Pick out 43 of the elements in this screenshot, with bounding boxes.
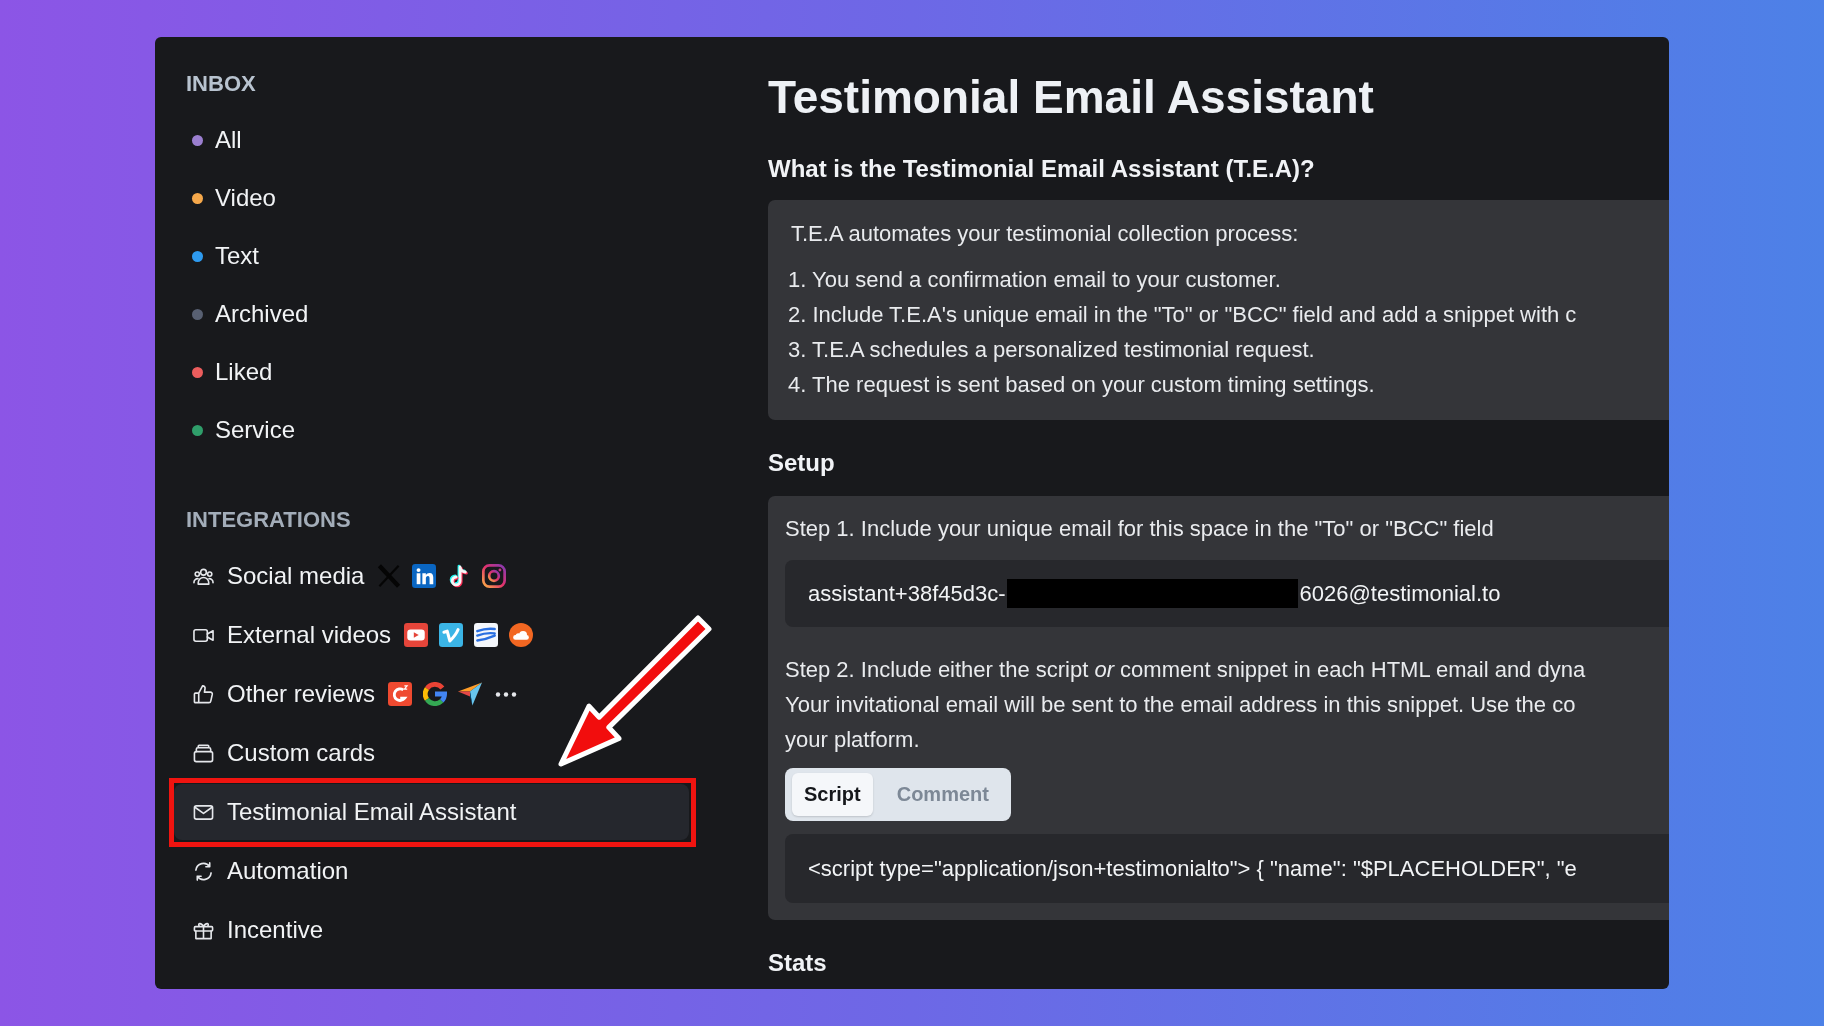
email-field[interactable]: assistant+38f45d3c- 6026@testimonial.to bbox=[785, 560, 1669, 627]
sidebar-item[interactable]: Automation bbox=[174, 843, 359, 899]
youtube-logo-icon bbox=[404, 623, 429, 647]
cards-icon bbox=[193, 742, 214, 764]
refresh-icon bbox=[193, 860, 214, 882]
page-title: Testimonial Email Assistant bbox=[768, 71, 1374, 123]
tab[interactable]: Script bbox=[792, 773, 873, 816]
more-icon bbox=[495, 691, 518, 697]
inbox-item[interactable]: Service bbox=[174, 401, 308, 459]
inbox-item[interactable]: Liked bbox=[174, 343, 285, 401]
step-text: Step 1. Include your unique email for this space in the "To" or "BCC" field bbox=[785, 515, 1494, 543]
list-item: 2. Include T.E.A's unique email in the "To" or "BCC" field and add a snippet with c bbox=[788, 301, 1577, 329]
sidebar-item[interactable]: Custom cards bbox=[174, 725, 386, 781]
sidebar-item[interactable]: Social media bbox=[174, 548, 517, 604]
sidebar-item[interactable]: Testimonial Email Assistant bbox=[174, 784, 689, 840]
section-heading: Setup bbox=[768, 448, 835, 478]
sidebar-item[interactable]: External videos bbox=[174, 607, 544, 663]
list-item: 4. The request is sent based on your custom timing settings. bbox=[788, 371, 1375, 399]
instagram-logo-icon bbox=[482, 564, 507, 588]
paper-plane-icon bbox=[458, 682, 483, 706]
inbox-item[interactable]: Archived bbox=[174, 285, 321, 343]
sidebar-item[interactable]: Incentive bbox=[174, 902, 334, 958]
inbox-item[interactable]: Text bbox=[174, 227, 271, 285]
google-logo-icon bbox=[423, 682, 448, 706]
stripes-logo-icon bbox=[474, 623, 499, 647]
vimeo-logo-icon bbox=[439, 623, 464, 647]
step-text: Step 2. Include either the script or comment snippet in each HTML email and dyna Your invitational email will be sent to the email address in this snippet. Use the co your platform. bbox=[785, 655, 1586, 754]
linkedin-logo-icon bbox=[412, 564, 437, 588]
code-snippet: <script type="application/json+testimonialto"> { "name": "$PLACEHOLDER", "e bbox=[785, 834, 1669, 903]
soundcloud-logo-icon bbox=[509, 623, 534, 647]
inbox-item[interactable]: Video bbox=[174, 169, 288, 227]
sidebar-item[interactable]: Other reviews bbox=[174, 666, 528, 722]
list-item: 3. T.E.A schedules a personalized testimonial request. bbox=[788, 336, 1315, 364]
list-item: 1. You send a confirmation email to your customer. bbox=[788, 266, 1281, 294]
intro-text: T.E.A automates your testimonial collection process: bbox=[791, 220, 1299, 248]
thumbs-up-icon bbox=[193, 683, 214, 705]
inbox-item[interactable]: All bbox=[174, 111, 254, 169]
section-heading: INBOX bbox=[186, 70, 256, 98]
section-heading: What is the Testimonial Email Assistant (T.E.A)? bbox=[768, 154, 1315, 184]
x-logo-icon bbox=[377, 564, 402, 588]
g2-logo-icon bbox=[388, 682, 413, 706]
section-heading: INTEGRATIONS bbox=[186, 506, 351, 534]
section-heading: Stats bbox=[768, 948, 827, 978]
